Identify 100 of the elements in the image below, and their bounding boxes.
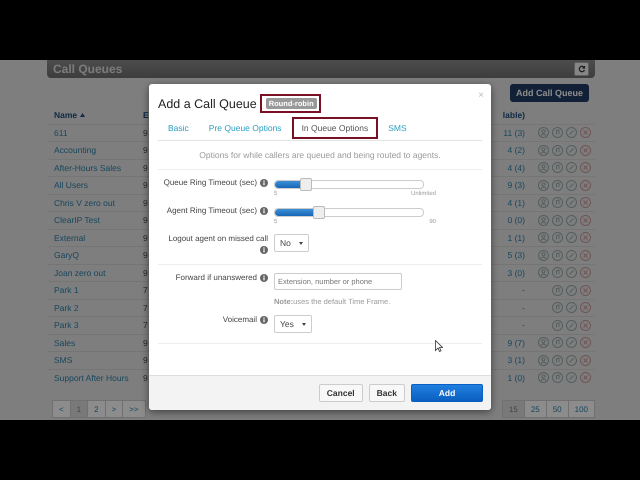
delete-icon[interactable] <box>580 337 591 348</box>
tab[interactable]: Pre Queue Options <box>202 121 288 135</box>
page-button[interactable]: >> <box>122 400 146 418</box>
delete-icon[interactable] <box>580 372 591 384</box>
info-icon[interactable] <box>260 246 268 254</box>
page-button[interactable]: 2 <box>87 400 106 418</box>
queue-link[interactable]: Park 2 <box>54 302 143 313</box>
queue-link[interactable]: Accounting <box>54 145 143 156</box>
music-icon[interactable] <box>552 354 563 366</box>
music-icon[interactable] <box>552 337 563 348</box>
delete-icon[interactable] <box>580 354 591 366</box>
delete-icon[interactable] <box>580 302 591 314</box>
queue-link[interactable]: GaryQ <box>54 250 143 260</box>
edit-icon[interactable] <box>566 302 577 314</box>
person-icon[interactable] <box>538 144 549 156</box>
info-icon[interactable] <box>260 178 268 186</box>
info-icon[interactable] <box>260 206 268 214</box>
delete-icon[interactable] <box>580 127 591 138</box>
delete-icon[interactable] <box>580 197 591 208</box>
person-icon[interactable] <box>538 337 549 348</box>
queue-link[interactable]: 611 <box>54 128 143 138</box>
music-icon[interactable] <box>552 162 563 174</box>
queue-link[interactable]: Joan zero out <box>54 268 143 278</box>
queue-link[interactable]: Sales <box>54 338 143 348</box>
person-icon[interactable] <box>538 354 549 366</box>
slider-track[interactable] <box>274 180 424 189</box>
delete-icon[interactable] <box>580 144 591 156</box>
add-button[interactable]: Add <box>411 384 483 402</box>
queue-link[interactable]: Chris V zero out <box>54 198 143 208</box>
page-size-button[interactable]: 25 <box>524 400 547 418</box>
delete-icon[interactable] <box>580 320 591 331</box>
music-icon[interactable] <box>552 197 563 208</box>
column-header[interactable]: Name <box>54 110 78 120</box>
page-button[interactable]: < <box>52 400 71 418</box>
person-icon[interactable] <box>538 180 549 191</box>
music-icon[interactable] <box>552 214 563 226</box>
slider-track[interactable] <box>274 208 424 217</box>
person-icon[interactable] <box>538 250 549 261</box>
person-icon[interactable] <box>538 214 549 226</box>
music-icon[interactable] <box>552 372 563 384</box>
music-icon[interactable] <box>552 127 563 138</box>
select-field[interactable]: Yes <box>274 315 312 333</box>
music-icon[interactable] <box>552 267 563 278</box>
music-icon[interactable] <box>552 250 563 261</box>
queue-link[interactable]: Support After Hours <box>54 372 143 383</box>
delete-icon[interactable] <box>580 214 591 226</box>
person-icon[interactable] <box>538 267 549 278</box>
person-icon[interactable] <box>538 162 549 174</box>
person-icon[interactable] <box>538 232 549 244</box>
edit-icon[interactable] <box>566 267 577 278</box>
music-icon[interactable] <box>552 302 563 314</box>
music-icon[interactable] <box>552 284 563 296</box>
select-field[interactable]: No <box>274 234 309 252</box>
edit-icon[interactable] <box>566 372 577 384</box>
person-icon[interactable] <box>538 127 549 138</box>
edit-icon[interactable] <box>566 127 577 138</box>
queue-link[interactable]: Park 1 <box>54 285 143 296</box>
queue-link[interactable]: External <box>54 232 143 243</box>
delete-icon[interactable] <box>580 180 591 191</box>
tab[interactable]: In Queue Options <box>296 121 374 135</box>
edit-icon[interactable] <box>566 214 577 226</box>
close-button[interactable]: × <box>478 90 484 101</box>
edit-icon[interactable] <box>566 180 577 191</box>
edit-icon[interactable] <box>566 320 577 331</box>
edit-icon[interactable] <box>566 144 577 156</box>
person-icon[interactable] <box>538 372 549 384</box>
slider-thumb[interactable] <box>300 178 312 191</box>
person-icon[interactable] <box>538 197 549 208</box>
edit-icon[interactable] <box>566 354 577 366</box>
add-call-queue-button[interactable]: Add Call Queue <box>510 84 589 102</box>
edit-icon[interactable] <box>566 284 577 296</box>
queue-link[interactable]: SMS <box>54 355 143 366</box>
delete-icon[interactable] <box>580 232 591 244</box>
delete-icon[interactable] <box>580 162 591 174</box>
edit-icon[interactable] <box>566 337 577 348</box>
music-icon[interactable] <box>552 320 563 331</box>
queue-link[interactable]: All Users <box>54 180 143 190</box>
queue-link[interactable]: ClearIP Test <box>54 215 143 226</box>
info-icon[interactable] <box>260 316 268 324</box>
refresh-icon[interactable] <box>578 65 586 73</box>
music-icon[interactable] <box>552 144 563 156</box>
delete-icon[interactable] <box>580 267 591 278</box>
page-size-button[interactable]: 50 <box>546 400 569 418</box>
edit-icon[interactable] <box>566 250 577 261</box>
sort-icon[interactable] <box>80 113 86 118</box>
edit-icon[interactable] <box>566 197 577 208</box>
delete-icon[interactable] <box>580 250 591 261</box>
page-size-button[interactable]: 100 <box>568 400 595 418</box>
info-icon[interactable] <box>260 274 268 282</box>
edit-icon[interactable] <box>566 162 577 174</box>
tab[interactable]: Basic <box>162 121 195 135</box>
delete-icon[interactable] <box>580 284 591 296</box>
queue-link[interactable]: After-Hours Sales <box>54 162 143 173</box>
dialog-button[interactable]: Cancel <box>318 384 363 402</box>
queue-link[interactable]: Park 3 <box>54 320 143 330</box>
refresh-button[interactable] <box>574 62 589 76</box>
slider-thumb[interactable] <box>312 206 325 219</box>
page-size-button[interactable]: 15 <box>502 400 525 418</box>
dialog-button[interactable]: Back <box>368 384 405 402</box>
music-icon[interactable] <box>552 180 563 191</box>
